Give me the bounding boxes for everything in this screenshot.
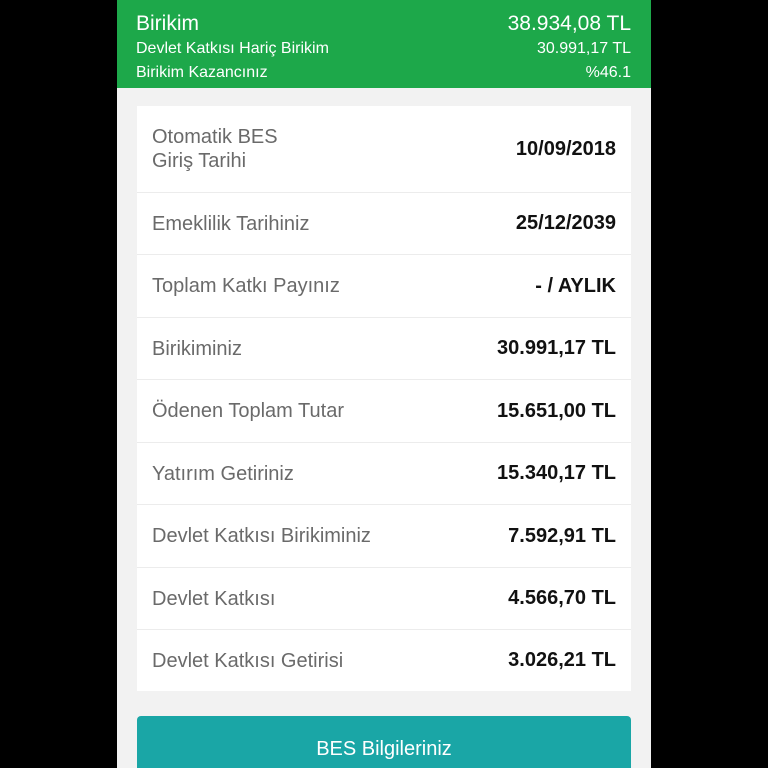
detail-value: 7.592,91 TL xyxy=(508,524,616,547)
detail-label: Otomatik BES Giriş Tarihi xyxy=(152,126,278,172)
detail-label: Ödenen Toplam Tutar xyxy=(152,400,344,422)
detail-row-entry-date: Otomatik BES Giriş Tarihi 10/09/2018 xyxy=(137,106,631,193)
savings-total-value: 38.934,08 TL xyxy=(507,12,631,35)
savings-excluding-contribution-row: Devlet Katkısı Hariç Birikim 30.991,17 T… xyxy=(136,40,631,58)
savings-gain-value: %46.1 xyxy=(585,64,631,81)
detail-row-savings: Birikiminiz 30.991,17 TL xyxy=(137,318,631,380)
detail-value: 15.340,17 TL xyxy=(497,462,616,484)
bes-info-button-label: BES Bilgileriniz xyxy=(316,738,452,760)
savings-gain-row: Birikim Kazancınız %46.1 xyxy=(136,64,631,82)
detail-value: 3.026,21 TL xyxy=(508,649,616,671)
detail-label: Devlet Katkısı Getirisi xyxy=(152,649,344,672)
detail-row-state-contribution: Devlet Katkısı 4.566,70 TL xyxy=(137,568,631,630)
savings-gain-label: Birikim Kazancınız xyxy=(136,64,268,81)
bes-details-card: Otomatik BES Giriş Tarihi 10/09/2018 Eme… xyxy=(137,106,631,691)
detail-value: 4.566,70 TL xyxy=(508,587,616,609)
savings-summary-header: Birikim 38.934,08 TL Devlet Katkısı Hari… xyxy=(117,0,651,88)
detail-row-state-contribution-return: Devlet Katkısı Getirisi 3.026,21 TL xyxy=(137,630,631,691)
detail-label: Birikiminiz xyxy=(152,337,242,360)
savings-excluding-label: Devlet Katkısı Hariç Birikim xyxy=(136,40,329,57)
detail-value: - / AYLIK xyxy=(535,274,616,297)
savings-excluding-value: 30.991,17 TL xyxy=(536,40,631,57)
detail-row-state-contribution-savings: Devlet Katkısı Birikiminiz 7.592,91 TL xyxy=(137,505,631,568)
detail-label: Devlet Katkısı xyxy=(152,587,276,610)
detail-value: 30.991,17 TL xyxy=(497,337,616,359)
savings-total-row: Birikim 38.934,08 TL xyxy=(136,12,631,36)
detail-label: Devlet Katkısı Birikiminiz xyxy=(152,525,371,547)
detail-value: 10/09/2018 xyxy=(515,137,616,160)
detail-row-total-contribution: Toplam Katkı Payınız - / AYLIK xyxy=(137,255,631,318)
bes-info-button[interactable]: BES Bilgileriniz xyxy=(137,716,631,768)
detail-value: 15.651,00 TL xyxy=(497,399,616,422)
detail-label: Yatırım Getiriniz xyxy=(152,462,294,485)
detail-label: Toplam Katkı Payınız xyxy=(152,275,340,297)
savings-title: Birikim xyxy=(136,12,199,35)
detail-label: Emeklilik Tarihiniz xyxy=(152,212,310,235)
detail-row-paid-total: Ödenen Toplam Tutar 15.651,00 TL xyxy=(137,380,631,443)
detail-value: 25/12/2039 xyxy=(515,212,616,234)
detail-row-retirement-date: Emeklilik Tarihiniz 25/12/2039 xyxy=(137,193,631,255)
detail-row-investment-return: Yatırım Getiriniz 15.340,17 TL xyxy=(137,443,631,505)
app-screen: Birikim 38.934,08 TL Devlet Katkısı Hari… xyxy=(117,0,651,768)
